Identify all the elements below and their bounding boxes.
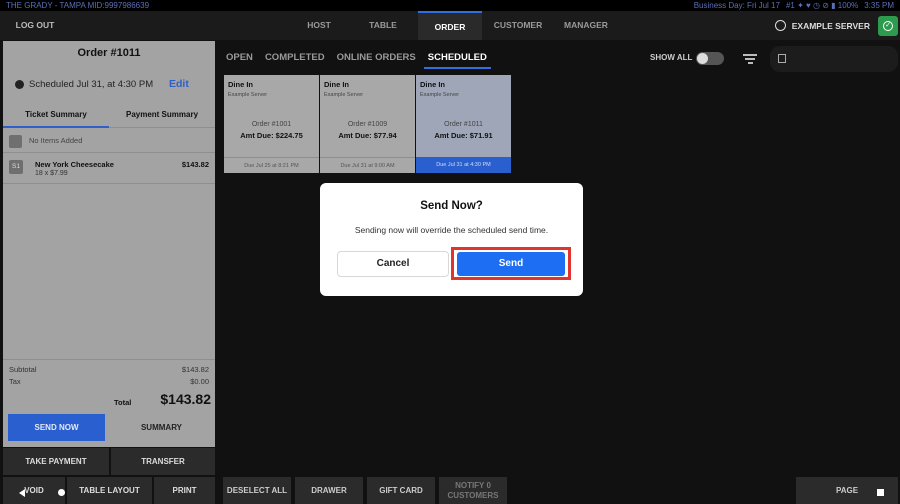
cancel-button[interactable]: Cancel: [337, 251, 449, 277]
send-button-highlight: Send: [451, 247, 571, 280]
send-button[interactable]: Send: [457, 252, 565, 276]
send-now-dialog: Send Now? Sending now will override the …: [320, 183, 583, 296]
dialog-title: Send Now?: [420, 200, 483, 212]
dialog-message: Sending now will override the scheduled …: [354, 225, 549, 235]
